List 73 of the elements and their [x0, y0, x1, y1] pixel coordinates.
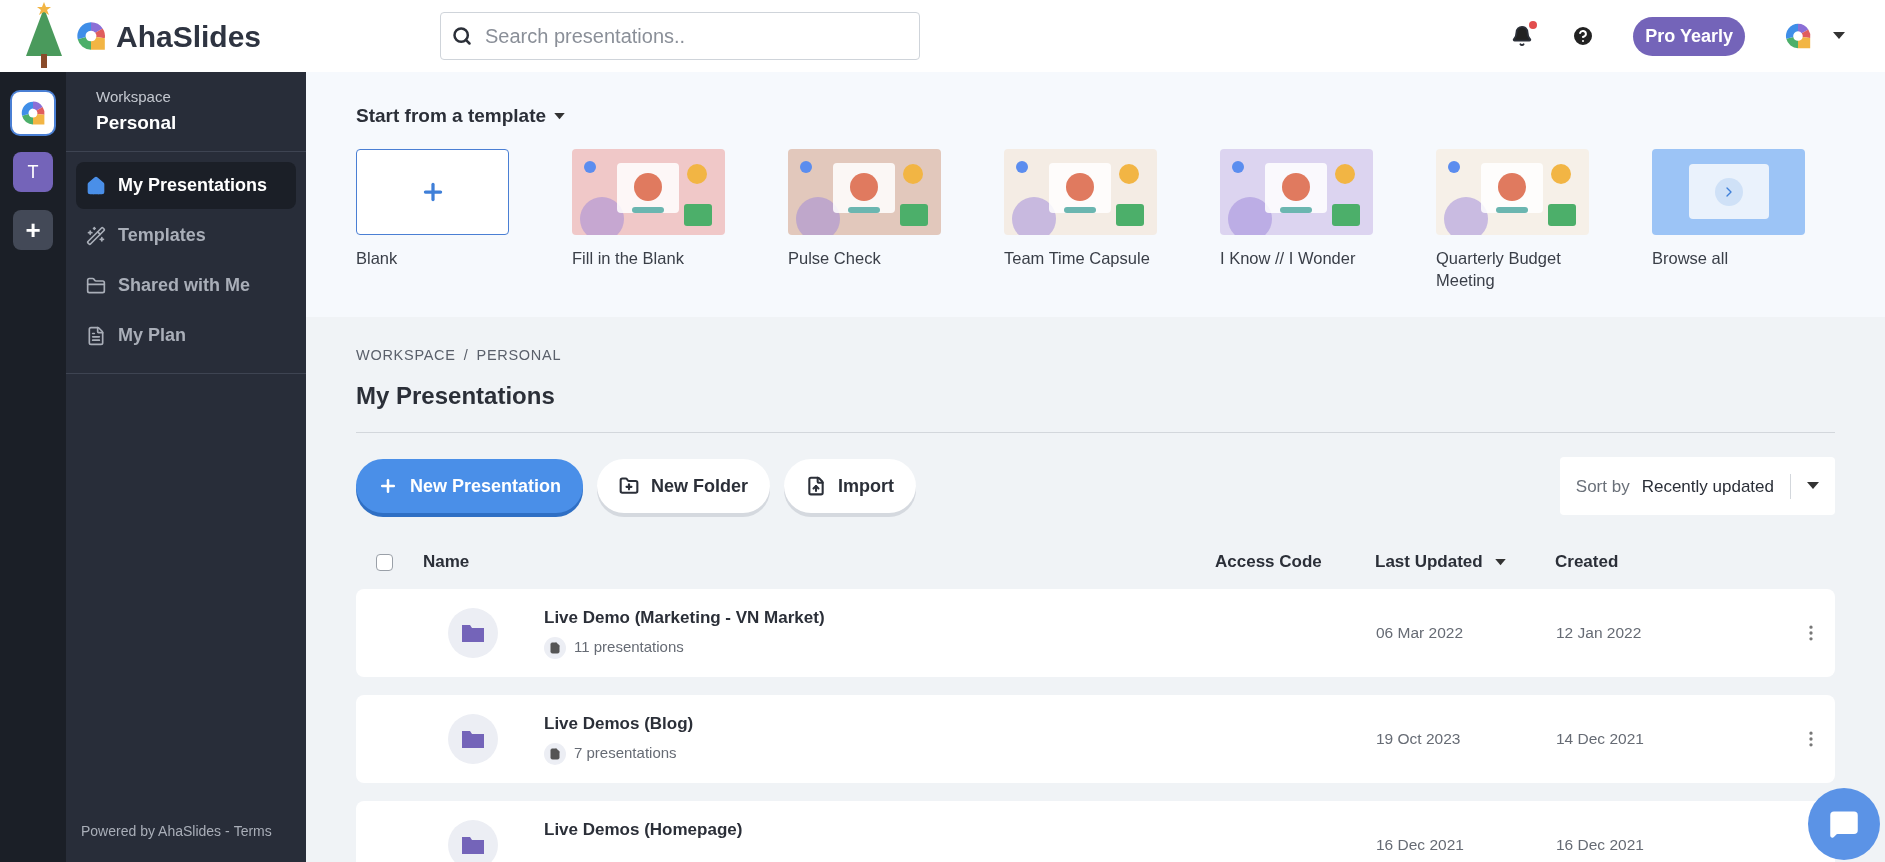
folder-name[interactable]: Live Demos (Homepage) — [544, 816, 1376, 843]
sort-caret-icon[interactable] — [1494, 558, 1506, 566]
template-label[interactable]: I Know // I Wonder — [1220, 246, 1373, 269]
search-icon — [452, 26, 472, 46]
presentation-count: 7 presentations — [574, 743, 677, 764]
template-label[interactable]: Pulse Check — [788, 246, 941, 269]
folder-icon — [448, 607, 498, 658]
column-header[interactable]: Access Code — [1215, 549, 1322, 575]
caret-icon — [1807, 482, 1819, 491]
folder-icon — [86, 275, 106, 296]
template-label[interactable]: Browse all — [1652, 246, 1805, 269]
templates-title[interactable]: Start from a template — [356, 102, 547, 131]
sidebar-item[interactable]: Templates — [76, 212, 296, 259]
sidebar-item[interactable]: My Presentations — [76, 162, 296, 209]
action-button[interactable]: Import — [784, 459, 917, 514]
select-all-checkbox[interactable] — [376, 553, 393, 571]
folder-row[interactable]: Live Demo (Marketing - VN Market) 11 presentations 06 Mar 2022 12 Jan 2022 — [356, 588, 1835, 677]
last-updated-cell-text: 16 Dec 2021 — [1376, 835, 1465, 856]
sort-value: Recently updated — [1641, 473, 1791, 499]
home-icon — [86, 175, 106, 196]
breadcrumb-item[interactable]: WORKSPACE — [356, 344, 456, 367]
terms-link[interactable]: Terms — [233, 821, 272, 842]
file-icon — [544, 742, 566, 765]
template-label[interactable]: Team Time Capsule — [1004, 246, 1157, 269]
brand-name: AhaSlides — [116, 18, 262, 55]
caret-icon[interactable] — [554, 112, 566, 120]
page-title: My Presentations — [356, 378, 1835, 434]
workspace-logo-button[interactable] — [12, 92, 54, 134]
template-label[interactable]: Blank — [356, 246, 509, 269]
footer-text: Powered by AhaSlides - — [81, 822, 230, 841]
logo-icon — [19, 99, 47, 127]
created-cell-text: 16 Dec 2021 — [1556, 835, 1645, 856]
sort-label: Sort by — [1575, 475, 1630, 498]
column-header[interactable]: Created — [1555, 549, 1619, 575]
folder-icon — [448, 819, 498, 862]
document-icon — [86, 325, 106, 346]
add-workspace-button[interactable]: + — [13, 210, 53, 250]
column-header[interactable]: Name — [423, 549, 470, 575]
last-updated-cell-text: 19 Oct 2023 — [1376, 729, 1462, 750]
search-field[interactable]: Search presentations.. — [440, 12, 920, 60]
plan-badge[interactable]: Pro Yearly — [1633, 16, 1745, 56]
created-cell-text: 14 Dec 2021 — [1556, 729, 1645, 750]
folder-name[interactable]: Live Demo (Marketing - VN Market) — [544, 604, 1376, 631]
bell-icon — [1511, 25, 1534, 47]
file-icon — [544, 636, 566, 659]
logo-icon — [1783, 21, 1813, 51]
presentation-count: 11 presentations — [574, 637, 684, 658]
template-label[interactable]: Quarterly Budget Meeting — [1436, 246, 1589, 291]
folder-row[interactable]: Live Demos (Homepage) 16 Dec 2021 16 Dec 2021 — [356, 800, 1835, 862]
folder-row[interactable]: Live Demos (Blog) 7 presentations 19 Oct 2023 14 Dec 2021 — [356, 694, 1835, 783]
logo-icon — [74, 19, 108, 53]
workspace-avatar-button[interactable]: T — [13, 152, 53, 192]
sidebar-item[interactable]: My Plan — [76, 312, 296, 359]
breadcrumb-item[interactable]: PERSONAL — [476, 344, 562, 367]
file-upload-icon — [806, 476, 827, 497]
action-button[interactable]: New Folder — [597, 459, 771, 514]
workspace-name: Personal — [96, 110, 178, 135]
template-label[interactable]: Fill in the Blank — [572, 246, 725, 269]
sidebar-item[interactable]: Shared with Me — [76, 262, 296, 309]
workspace-label: Workspace — [96, 87, 172, 107]
created-cell-text: 12 Jan 2022 — [1556, 623, 1643, 644]
magic-wand-icon — [86, 225, 106, 246]
breadcrumb-item: / — [463, 345, 469, 365]
folder-icon — [448, 713, 498, 764]
chat-icon — [1829, 809, 1859, 839]
folder-plus-icon — [619, 476, 640, 497]
sort-dropdown[interactable]: Sort by Recently updated — [1559, 457, 1835, 516]
browse-window-icon — [1688, 164, 1769, 219]
caret-icon[interactable] — [1833, 32, 1845, 40]
column-header[interactable]: Last Updated — [1375, 549, 1483, 575]
folder-name[interactable]: Live Demos (Blog) — [544, 710, 1376, 737]
last-updated-cell-text: 06 Mar 2022 — [1376, 623, 1465, 644]
blank-template-card[interactable] — [356, 148, 509, 235]
